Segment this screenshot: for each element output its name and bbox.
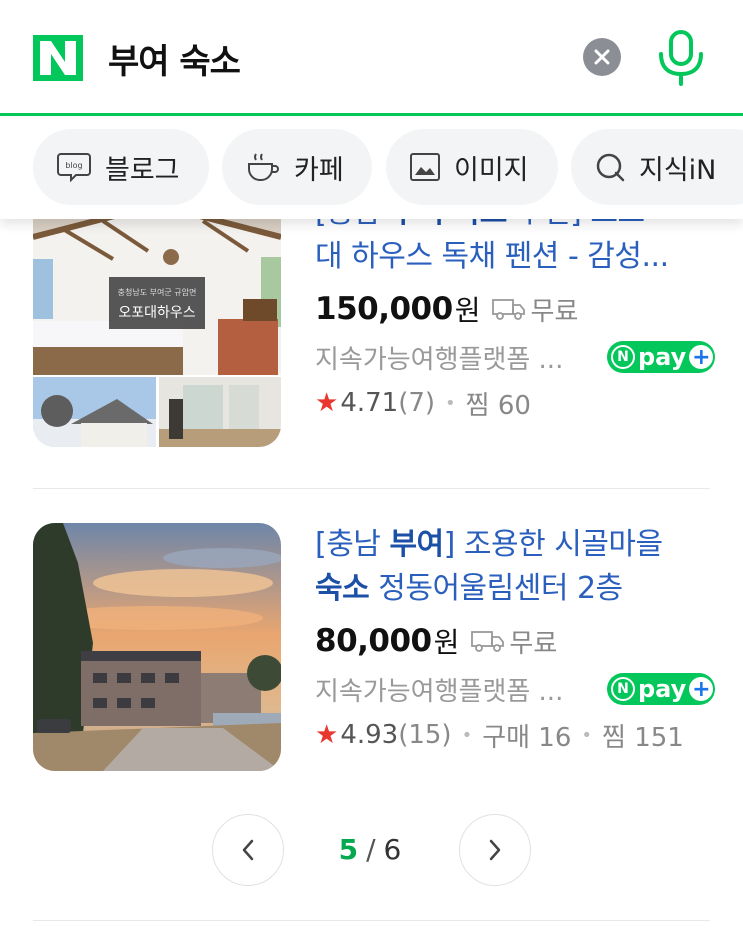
product-thumbnail[interactable]: 충청남도 부여군 규암면 오포대하우스 (33, 219, 281, 447)
chevron-left-icon (242, 839, 254, 861)
rating-value: 4.71 (340, 388, 399, 418)
shopping-results: 충청남도 부여군 규암면 오포대하우스 [충남 부여 숙소 추전] 오포대 하우… (0, 219, 743, 935)
divider (33, 488, 710, 489)
product-title[interactable]: [충남 부여 숙소 추전] 오포대 하우스 독채 펜션 - 감성... (315, 219, 715, 279)
center-building-photo (33, 523, 281, 771)
title-segment: [충남 (315, 527, 390, 562)
search-header: 부여 숙소 (0, 0, 743, 116)
npay-badge: N pay + (607, 341, 715, 373)
truck-icon (471, 631, 505, 652)
seller-name[interactable]: 지속가능여행플랫폼 ... (315, 671, 563, 708)
tab-kin[interactable]: 지식iN (571, 129, 743, 205)
product-title[interactable]: [충남 부여] 조용한 시골마을숙소 정동어울림센터 2층 (315, 523, 715, 611)
thumb-caption-main: 오포대하우스 (118, 305, 195, 321)
title-segment: 추전] 오포 (507, 219, 645, 230)
title-segment (444, 219, 453, 230)
seller-row: 지속가능여행플랫폼 ... N pay + (315, 669, 715, 709)
npay-label: pay (638, 675, 687, 703)
search-query[interactable]: 부여 숙소 (108, 34, 241, 83)
microphone-icon[interactable] (655, 30, 707, 86)
product-info: [충남 부여 숙소 추전] 오포대 하우스 독채 펜션 - 감성... 150,… (315, 219, 715, 423)
npay-label: pay (638, 343, 687, 371)
shipping-label: 무료 (509, 628, 558, 659)
tab-blog[interactable]: blog 블로그 (33, 129, 209, 205)
next-page-button[interactable] (459, 814, 531, 886)
seller-name[interactable]: 지속가능여행플랫폼 ... (315, 339, 563, 376)
product-price: 80,000 (315, 623, 432, 659)
plus-icon: + (689, 677, 714, 702)
cafe-cup-icon (248, 153, 279, 181)
product-price: 150,000 (315, 291, 453, 327)
title-keyword: 부여 (389, 527, 444, 562)
prev-page-button[interactable] (212, 814, 284, 886)
title-segment: 대 하우스 독채 펜션 - 감성... (315, 239, 669, 274)
price-unit: 원 (454, 294, 481, 327)
rating-row: ★ 4.71 (7) • 찜 60 (315, 383, 715, 423)
naver-logo-icon[interactable] (33, 35, 83, 81)
tab-images[interactable]: 이미지 (386, 129, 558, 205)
product-card[interactable]: 충청남도 부여군 규암면 오포대하우스 [충남 부여 숙소 추전] 오포대 하우… (33, 219, 715, 459)
star-icon: ★ (315, 388, 339, 418)
review-count: (15) (398, 720, 452, 750)
image-icon (410, 153, 440, 181)
pension-room-photo: 충청남도 부여군 규암면 오포대하우스 (33, 219, 281, 447)
price-row: 150,000 원 무료 (315, 289, 715, 329)
seller-row: 지속가능여행플랫폼 ... N pay + (315, 337, 715, 377)
page-separator: / (366, 833, 376, 866)
title-keyword: 부여 (389, 219, 444, 230)
npay-badge: N pay + (607, 673, 715, 705)
title-keyword: 숙소 (315, 571, 370, 606)
kin-icon (596, 153, 625, 182)
price-row: 80,000 원 무료 (315, 621, 715, 661)
separator-dot: • (581, 724, 593, 746)
title-keyword: 숙소 (453, 219, 508, 230)
separator-dot: • (445, 392, 456, 414)
blog-icon: blog (57, 153, 91, 182)
divider (33, 920, 710, 921)
tab-images-label: 이미지 (454, 154, 529, 186)
title-segment: [충남 (315, 219, 389, 230)
tab-cafe-label: 카페 (294, 154, 344, 186)
price-unit: 원 (433, 626, 460, 659)
truck-icon (492, 299, 526, 320)
current-page: 5 (338, 833, 359, 866)
thumb-caption-top: 충청남도 부여군 규암면 (118, 287, 197, 297)
naver-n-icon: N (611, 677, 635, 701)
plus-icon: + (689, 345, 714, 370)
wishlist-count: 찜 60 (465, 390, 531, 421)
naver-n-icon: N (611, 345, 635, 369)
tab-kin-label: 지식iN (639, 154, 717, 186)
title-segment: 정동어울림센터 2층 (369, 571, 623, 606)
rating-value: 4.93 (340, 720, 399, 750)
search-tabs: blog 블로그 카페 이미지 지식iN (0, 119, 743, 219)
product-info: [충남 부여] 조용한 시골마을숙소 정동어울림센터 2층 80,000 원 무료… (315, 523, 715, 755)
page-indicator: 5/6 (320, 833, 420, 866)
total-pages: 6 (383, 833, 402, 866)
close-icon (594, 49, 610, 65)
tab-cafe[interactable]: 카페 (222, 129, 372, 205)
clear-search-button[interactable] (583, 38, 621, 76)
svg-text:blog: blog (65, 161, 82, 170)
title-segment: ] 조용한 시골마을 (443, 527, 663, 562)
rating-row: ★ 4.93 (15) • 구매 16 • 찜 151 (315, 715, 715, 755)
product-thumbnail[interactable] (33, 523, 281, 771)
tab-blog-label: 블로그 (105, 154, 180, 186)
review-count: (7) (398, 388, 436, 418)
wishlist-count: 찜 151 (602, 722, 684, 753)
purchase-count: 구매 16 (482, 722, 572, 753)
separator-dot: • (461, 724, 473, 746)
product-card[interactable]: [충남 부여] 조용한 시골마을숙소 정동어울림센터 2층 80,000 원 무료… (33, 523, 715, 783)
star-icon: ★ (315, 720, 339, 750)
chevron-right-icon (489, 839, 501, 861)
shipping-label: 무료 (530, 296, 579, 327)
